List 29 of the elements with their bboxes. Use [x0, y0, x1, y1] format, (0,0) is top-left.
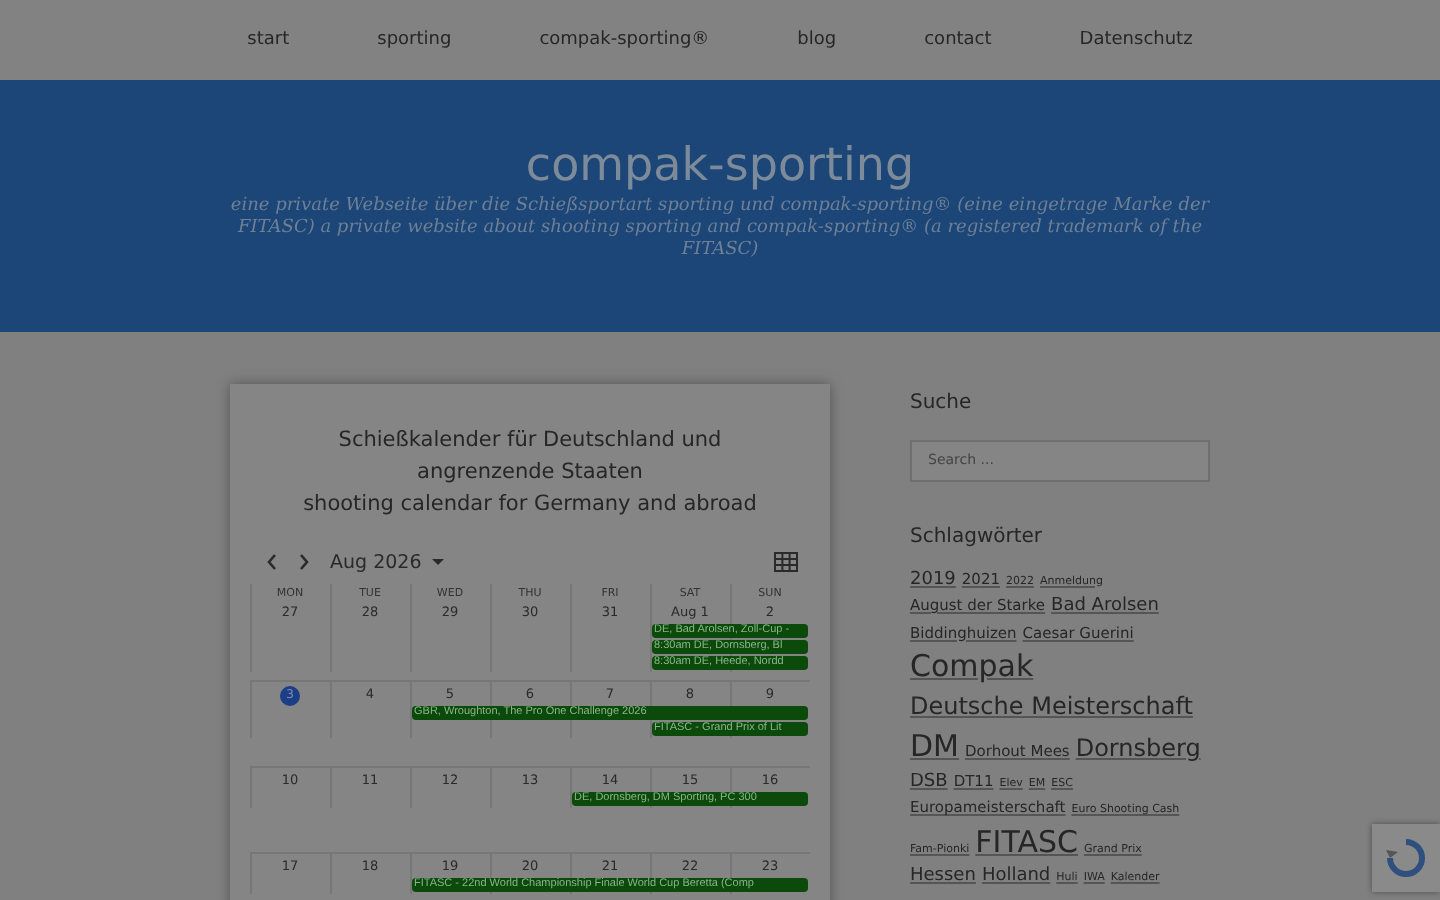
tag-link[interactable]: Bad Arolsen	[1051, 594, 1159, 621]
caret-icon	[429, 556, 446, 568]
nav-link[interactable]: sporting	[333, 22, 496, 58]
card-title: Schießkalender für Deutschland und angrenzende Staaten	[336, 426, 724, 488]
tag-link[interactable]: Dornsberg	[1075, 730, 1201, 767]
tag-link[interactable]: FITASC	[975, 819, 1078, 864]
nav-link[interactable]: contact	[880, 22, 1036, 58]
recaptcha-icon	[1384, 836, 1428, 880]
grid-icon[interactable]	[774, 552, 798, 572]
recaptcha-badge[interactable]	[1372, 824, 1440, 892]
tag-link[interactable]: Hessen	[910, 864, 976, 891]
tag-link[interactable]: Compak	[910, 643, 1034, 689]
month-dropdown[interactable]: Aug 2026	[326, 551, 450, 573]
tag-link[interactable]: DM	[910, 724, 959, 770]
site-title[interactable]: compak-sporting	[525, 140, 915, 192]
tag-link[interactable]: 2019	[910, 567, 956, 594]
chevron-left-icon[interactable]	[262, 552, 282, 572]
nav-link[interactable]: compak-sporting®	[495, 22, 754, 58]
nav-link[interactable]: Datenschutz	[1035, 22, 1237, 58]
widget-heading: Schlagwörter	[910, 525, 1045, 547]
widget-heading: Suche	[910, 392, 974, 414]
chevron-right-icon[interactable]	[294, 552, 314, 572]
tag-link[interactable]: Deutsche Meisterschaft	[910, 688, 1193, 725]
card-subtitle: shooting calendar for Germany and abroad	[301, 490, 759, 520]
nav-link[interactable]: start	[203, 22, 334, 58]
tag-link[interactable]: Holland	[981, 864, 1051, 891]
nav-link[interactable]: blog	[753, 22, 881, 58]
site-tagline: eine private Webseite über die Schießsportart sporting und compak-sporting® (eine eingetrage Marke der FITASC) a private website about shooting sporting and compak-sporting® (a registered trademark of the FITASC)	[228, 196, 1212, 262]
tag-link[interactable]: DSB	[910, 769, 948, 797]
